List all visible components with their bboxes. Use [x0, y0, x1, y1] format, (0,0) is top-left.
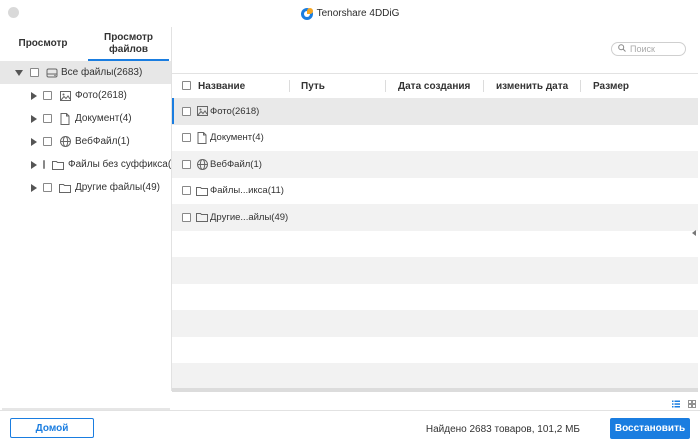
- search-input[interactable]: [630, 44, 685, 54]
- table-row[interactable]: Файлы...икса(11): [172, 178, 698, 205]
- row-name: Файлы...икса(11): [210, 185, 284, 197]
- row-name: Документ(4): [210, 132, 264, 144]
- restore-button[interactable]: Восстановить: [610, 418, 690, 439]
- expand-arrow-icon[interactable]: [31, 160, 37, 169]
- column-header-path[interactable]: Путь: [301, 74, 325, 98]
- row-checkbox[interactable]: [182, 212, 191, 222]
- status-text: Найдено 2683 товаров, 101,2 МБ: [425, 423, 580, 435]
- tree-checkbox[interactable]: [43, 183, 52, 192]
- row-checkbox[interactable]: [182, 186, 191, 196]
- image-icon: [59, 90, 71, 102]
- column-header-size[interactable]: Размер: [593, 74, 629, 98]
- tree-item-document[interactable]: Документ(4): [0, 107, 171, 130]
- globe-icon: [196, 158, 208, 170]
- document-icon: [59, 112, 71, 125]
- app-logo-icon: [300, 7, 313, 20]
- horizontal-scrollbar[interactable]: [172, 388, 698, 392]
- collapse-panel-arrow-icon[interactable]: [692, 230, 696, 236]
- folder-icon: [59, 182, 71, 194]
- row-name: Фото(2618): [210, 105, 260, 117]
- home-button[interactable]: Домой: [10, 418, 94, 438]
- tab-file-view-label: Просмотр файлов: [104, 32, 153, 55]
- tree-checkbox[interactable]: [43, 137, 52, 146]
- empty-row: [172, 231, 698, 258]
- tree-item-label: Все файлы(2683): [61, 67, 143, 78]
- row-checkbox[interactable]: [182, 159, 191, 169]
- empty-row: [172, 310, 698, 337]
- row-checkbox[interactable]: [182, 133, 191, 143]
- column-header-name[interactable]: Название: [198, 74, 245, 98]
- grid-view-icon[interactable]: [688, 400, 696, 408]
- drive-icon: [46, 67, 58, 79]
- row-name: ВебФайл(1): [210, 158, 262, 170]
- document-icon: [196, 131, 208, 144]
- empty-row: [172, 337, 698, 364]
- selected-row-indicator: [172, 98, 174, 124]
- row-checkbox[interactable]: [182, 106, 191, 116]
- expand-arrow-icon[interactable]: [31, 91, 37, 100]
- expand-arrow-icon[interactable]: [31, 114, 37, 123]
- image-icon: [196, 105, 208, 117]
- table-row[interactable]: ВебФайл(1): [172, 151, 698, 178]
- column-separator: [483, 80, 484, 92]
- footer-divider: [0, 410, 700, 411]
- collapse-arrow-icon[interactable]: [15, 69, 23, 76]
- tree-item-label: ВебФайл(1): [75, 136, 130, 147]
- column-header-created[interactable]: Дата создания: [398, 74, 470, 98]
- folder-icon: [196, 185, 208, 197]
- tree-checkbox[interactable]: [43, 114, 52, 123]
- expand-arrow-icon[interactable]: [31, 137, 37, 146]
- search-box[interactable]: [611, 42, 686, 56]
- expand-arrow-icon[interactable]: [31, 183, 37, 192]
- column-header-modified[interactable]: изменить дата: [496, 74, 568, 98]
- table-row[interactable]: Другие...айлы(49): [172, 204, 698, 231]
- app-title-text: Tenorshare 4DDiG: [316, 8, 400, 19]
- tree-item-all-files[interactable]: Все файлы(2683): [0, 61, 171, 84]
- tree-item-photo[interactable]: Фото(2618): [0, 84, 171, 107]
- table-row[interactable]: Документ(4): [172, 125, 698, 152]
- tree-checkbox[interactable]: [43, 91, 52, 100]
- tree-item-no-suffix[interactable]: Файлы без суффикса(11): [0, 153, 171, 176]
- column-separator: [580, 80, 581, 92]
- tree-item-label: Другие файлы(49): [75, 182, 160, 193]
- list-view-icon[interactable]: [672, 400, 680, 408]
- row-name: Другие...айлы(49): [210, 211, 289, 223]
- table-row[interactable]: Фото(2618): [172, 98, 698, 125]
- table-header: Название Путь Дата создания изменить дат…: [172, 73, 698, 99]
- folder-icon: [196, 211, 208, 223]
- tree-item-label: Фото(2618): [75, 90, 127, 101]
- tree-item-webfile[interactable]: ВебФайл(1): [0, 130, 171, 153]
- column-separator: [385, 80, 386, 92]
- tab-file-view[interactable]: Просмотр файлов: [86, 27, 171, 61]
- globe-icon: [59, 136, 71, 148]
- column-separator: [289, 80, 290, 92]
- tree-item-other-files[interactable]: Другие файлы(49): [0, 176, 171, 199]
- select-all-checkbox[interactable]: [182, 81, 191, 90]
- search-icon: [618, 43, 626, 55]
- empty-row: [172, 257, 698, 284]
- app-title: Tenorshare 4DDiG: [0, 0, 700, 27]
- folder-icon: [52, 159, 64, 171]
- tree-checkbox[interactable]: [43, 160, 45, 169]
- empty-row: [172, 363, 698, 388]
- tree-checkbox[interactable]: [30, 68, 39, 77]
- tab-preview[interactable]: Просмотр: [0, 27, 86, 61]
- tree-item-label: Документ(4): [75, 113, 132, 124]
- empty-row: [172, 284, 698, 311]
- tree-item-label: Файлы без суффикса(11): [68, 159, 171, 170]
